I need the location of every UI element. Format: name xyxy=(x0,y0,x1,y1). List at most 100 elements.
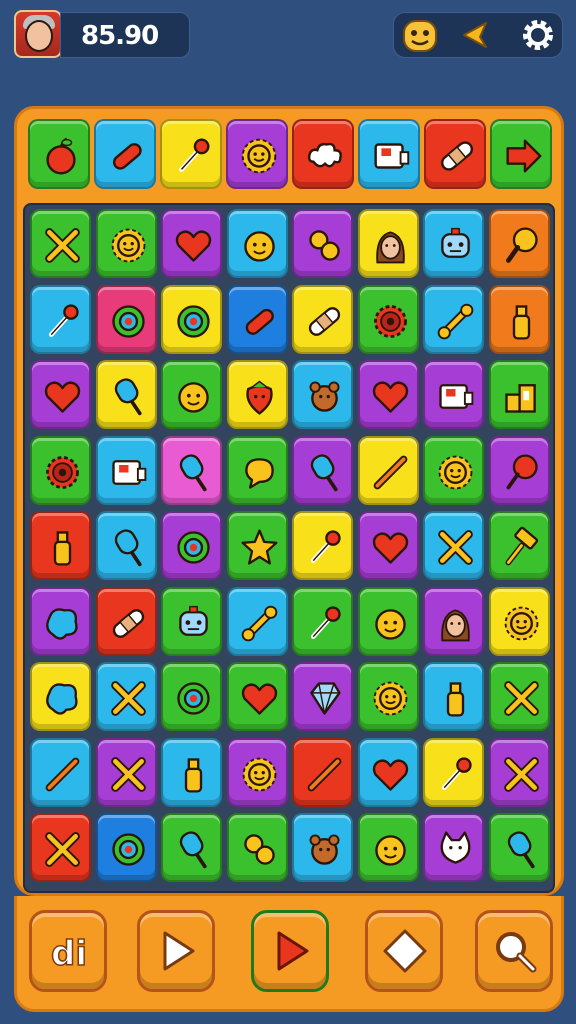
donut-icon xyxy=(111,833,145,866)
top-tile[interactable] xyxy=(358,119,420,189)
grid-tile[interactable] xyxy=(161,209,222,278)
popsicle-icon xyxy=(114,529,142,567)
grid-tile[interactable] xyxy=(161,511,222,580)
grid-tile[interactable] xyxy=(95,662,157,731)
blocks-icon xyxy=(504,384,536,413)
top-tile[interactable] xyxy=(160,119,222,189)
grid-tile[interactable] xyxy=(226,209,288,278)
grid-tile[interactable] xyxy=(488,662,550,731)
top-tile[interactable] xyxy=(292,119,354,189)
grid-tile[interactable] xyxy=(292,209,353,278)
grid-tile[interactable] xyxy=(95,511,157,580)
grid-tile[interactable] xyxy=(357,284,419,354)
cross-icon xyxy=(110,756,146,792)
grid-tile[interactable] xyxy=(226,586,288,656)
grid-tile[interactable] xyxy=(423,435,484,505)
grid-tile[interactable] xyxy=(488,586,550,656)
top-tile[interactable] xyxy=(94,119,156,189)
grid-tile[interactable] xyxy=(357,360,419,429)
grid-tile[interactable] xyxy=(357,737,419,807)
grid-tile[interactable] xyxy=(161,284,222,354)
grid-tile[interactable] xyxy=(226,284,288,354)
match-icon xyxy=(310,530,341,563)
grid-tile[interactable] xyxy=(488,511,550,580)
play-button[interactable] xyxy=(251,910,329,992)
grid-tile[interactable] xyxy=(357,209,419,278)
grid-tile[interactable] xyxy=(226,662,288,731)
grid-tile[interactable] xyxy=(226,737,288,807)
grid-tile[interactable] xyxy=(95,209,157,278)
grid-tile[interactable] xyxy=(95,813,157,882)
top-tile[interactable] xyxy=(490,119,552,189)
grid-tile[interactable] xyxy=(488,284,550,354)
grid-tile[interactable] xyxy=(226,511,288,580)
grid-tile[interactable] xyxy=(357,435,419,505)
grid-tile[interactable] xyxy=(161,586,222,656)
grid-tile[interactable] xyxy=(423,284,484,354)
grid-tile[interactable] xyxy=(161,662,222,731)
grid-tile[interactable] xyxy=(423,662,484,731)
grid-tile[interactable] xyxy=(95,360,157,429)
grid-tile[interactable] xyxy=(423,209,484,278)
letters-button[interactable]: di xyxy=(29,910,107,992)
grid-tile[interactable] xyxy=(292,284,353,354)
grid-tile[interactable] xyxy=(30,662,91,731)
grid-tile[interactable] xyxy=(161,813,222,882)
grid-tile[interactable] xyxy=(292,737,353,807)
grid-tile[interactable] xyxy=(95,586,157,656)
grid-tile[interactable] xyxy=(30,511,91,580)
diamond-button[interactable] xyxy=(365,910,443,992)
grid-tile[interactable] xyxy=(95,737,157,807)
back-triangle-icon[interactable] xyxy=(456,15,496,55)
grid-tile[interactable] xyxy=(30,284,91,354)
bubble-icon xyxy=(244,457,274,489)
box-icon xyxy=(111,459,146,485)
smiley-face-icon[interactable] xyxy=(400,15,440,55)
grid-tile[interactable] xyxy=(292,435,353,505)
grid-tile[interactable] xyxy=(423,813,484,882)
grid-tile[interactable] xyxy=(30,586,91,656)
grid-tile[interactable] xyxy=(423,737,484,807)
grid-tile[interactable] xyxy=(423,586,484,656)
grid-tile[interactable] xyxy=(488,813,550,882)
grid-tile[interactable] xyxy=(292,813,353,882)
grid-tile[interactable] xyxy=(357,813,419,882)
grid-tile[interactable] xyxy=(488,360,550,429)
top-right-panel xyxy=(393,12,563,58)
grid-tile[interactable] xyxy=(423,360,484,429)
grid-tile[interactable] xyxy=(30,813,91,882)
top-tile[interactable] xyxy=(28,119,90,189)
grid-tile[interactable] xyxy=(30,360,91,429)
cross-icon xyxy=(438,530,473,565)
play-outline-button[interactable] xyxy=(137,910,215,992)
grid-tile[interactable] xyxy=(488,435,550,505)
grid-tile[interactable] xyxy=(226,813,288,882)
gear-icon[interactable] xyxy=(518,15,558,55)
grid-tile[interactable] xyxy=(292,511,353,580)
bone-icon xyxy=(241,605,277,641)
grid-tile[interactable] xyxy=(161,737,222,807)
grid-tile[interactable] xyxy=(423,511,484,580)
top-tile[interactable] xyxy=(424,119,486,189)
grid-tile[interactable] xyxy=(30,737,91,807)
grid-tile[interactable] xyxy=(292,586,353,656)
girl-icon xyxy=(441,608,470,641)
grid-tile[interactable] xyxy=(226,360,288,429)
grid-tile[interactable] xyxy=(488,209,550,278)
grid-tile[interactable] xyxy=(292,662,353,731)
search-button[interactable] xyxy=(475,910,553,992)
grid-tile[interactable] xyxy=(488,737,550,807)
grid-tile[interactable] xyxy=(357,511,419,580)
player-avatar[interactable] xyxy=(14,10,62,58)
grid-tile[interactable] xyxy=(30,209,91,278)
grid-tile[interactable] xyxy=(357,662,419,731)
top-tile[interactable] xyxy=(226,119,288,189)
grid-tile[interactable] xyxy=(161,360,222,429)
grid-tile[interactable] xyxy=(30,435,91,505)
grid-tile[interactable] xyxy=(226,435,288,505)
grid-tile[interactable] xyxy=(292,360,353,429)
grid-tile[interactable] xyxy=(95,435,157,505)
grid-tile[interactable] xyxy=(161,435,222,505)
grid-tile[interactable] xyxy=(95,284,157,354)
grid-tile[interactable] xyxy=(357,586,419,656)
